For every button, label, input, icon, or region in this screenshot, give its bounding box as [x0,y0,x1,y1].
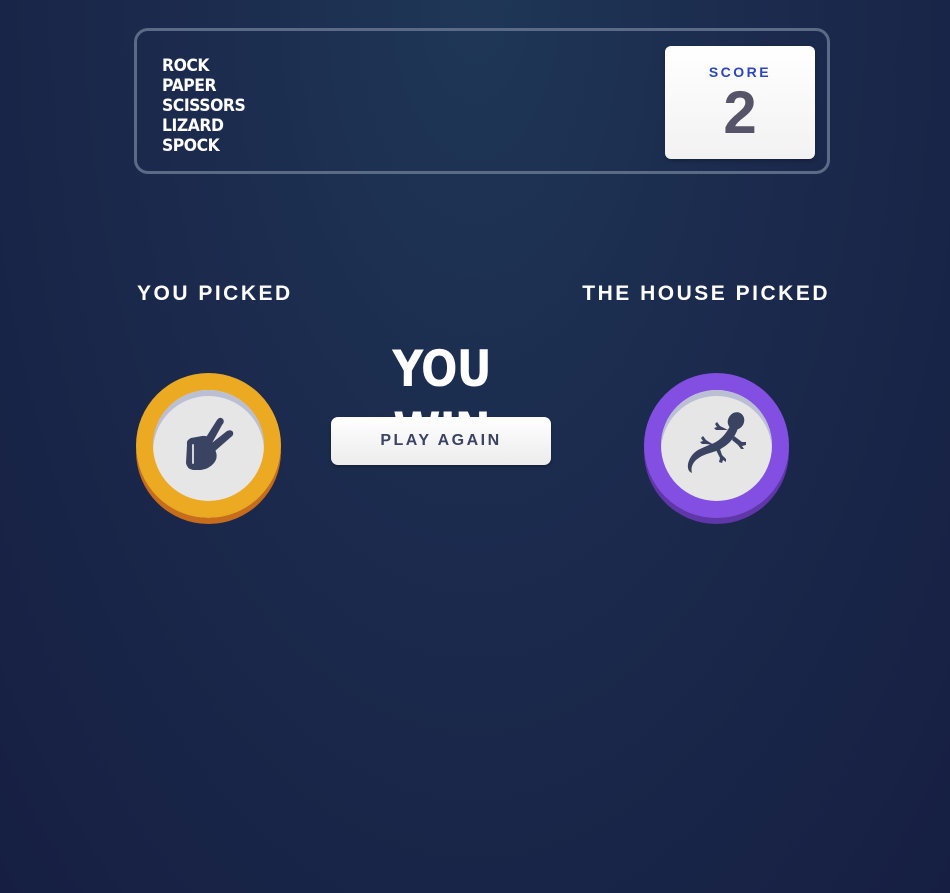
chip-inner [661,390,772,501]
header: ROCK PAPER SCISSORS LIZARD SPOCK SCORE 2 [134,28,830,174]
logo-word-rock: ROCK [162,56,210,76]
logo-word-lizard: LIZARD [162,116,224,136]
score-value: 2 [723,79,757,146]
logo-word-paper: PAPER [162,76,217,96]
logo-word-scissors: SCISSORS [162,96,246,116]
score-label: SCORE [708,64,772,80]
you-picked-label: YOU PICKED [137,282,293,305]
play-again-button[interactable]: PLAY AGAIN [331,417,551,465]
scissors-hand-icon [182,414,236,477]
player-choice-scissors [136,373,281,518]
game-logo: ROCK PAPER SCISSORS LIZARD SPOCK [162,56,253,156]
score-box: SCORE 2 [665,46,815,159]
house-picked-label: THE HOUSE PICKED [582,282,830,305]
chip-inner [153,390,264,501]
lizard-icon [684,412,750,479]
house-choice-lizard [644,373,789,518]
logo-word-spock: SPOCK [162,136,220,156]
